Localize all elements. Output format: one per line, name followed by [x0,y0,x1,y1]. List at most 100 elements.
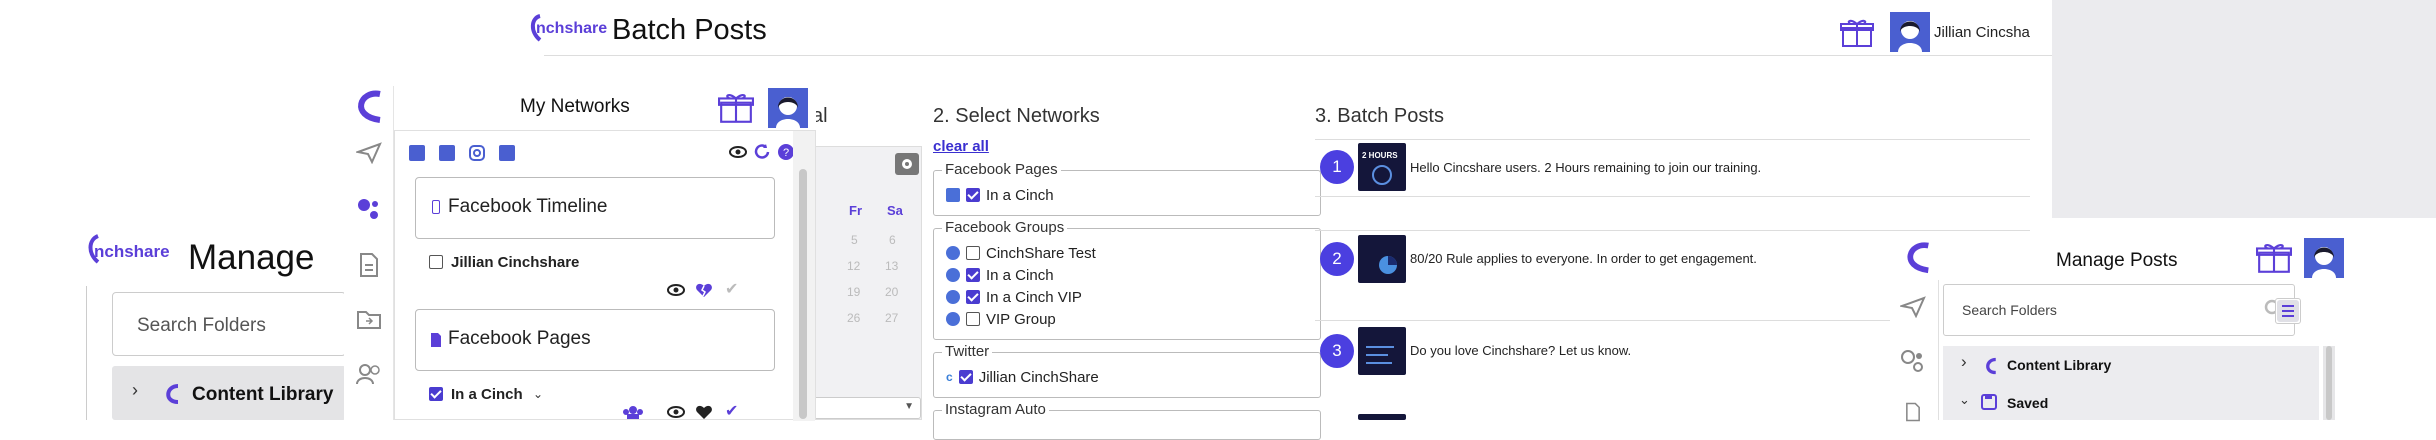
search-placeholder: Search Folders [137,315,266,336]
search-folders-input[interactable]: Search Folders [112,292,346,356]
group-checkbox[interactable] [966,290,980,304]
check-icon[interactable]: ✔ [725,279,738,299]
svg-text:?: ? [783,147,789,159]
gift-icon[interactable] [1840,18,1874,48]
avatar[interactable] [2304,238,2344,278]
logo-text: nchshare [536,20,608,37]
broken-heart-icon[interactable] [695,282,713,298]
folder-row-saved[interactable]: ⌄ Saved [1943,384,2319,420]
group-label: In a Cinch VIP [986,288,1082,306]
fb-pages-card[interactable]: Facebook Pages [415,309,775,371]
search-folders-input[interactable]: Search Folders [1943,284,2295,336]
networks-panel: ? Facebook Timeline Jillian Cinchshare ✔… [394,130,816,421]
calendar-date[interactable]: 13 [885,259,898,273]
eye-icon[interactable] [667,405,685,419]
chevron-down-icon[interactable]: ⌄ [533,387,543,401]
user-name[interactable]: Jillian Cincsha [1934,24,2052,41]
gift-icon[interactable] [2256,242,2292,274]
share-network-icon[interactable] [356,196,382,222]
cinchshare-c-icon [1986,357,1996,375]
avatar[interactable] [768,88,808,128]
calendar-date[interactable]: 26 [847,311,860,325]
calendar-date[interactable]: 6 [889,233,896,247]
calendar-date[interactable]: 20 [885,285,898,299]
cinchshare-logo[interactable]: nchshare [528,12,608,52]
eye-icon[interactable] [667,283,685,297]
backdrop-panel [2052,0,2436,218]
instagram-legend: Instagram Auto [942,401,1049,418]
folder-tree: › Content Library ⌄ Saved [1943,346,2319,420]
search-placeholder: Search Folders [1962,302,2057,318]
post-thumbnail[interactable]: 2 HOURS [1358,143,1406,191]
cinchshare-logo-icon[interactable] [346,86,386,126]
manage-posts-panel: Search Folders › Content Library ⌄ Saved [1938,280,2350,420]
refresh-icon[interactable] [753,143,771,161]
calendar-date[interactable]: 12 [847,259,860,273]
send-icon[interactable] [1900,296,1926,318]
post-divider [1315,230,2030,231]
scrollbar[interactable] [793,131,815,421]
post-text[interactable]: 80/20 Rule applies to everyone. In order… [1410,251,1757,266]
post-divider [1315,196,2030,197]
heart-icon[interactable] [695,404,713,420]
scrollbar-thumb[interactable] [2326,346,2332,420]
calendar-date[interactable]: 19 [847,285,860,299]
users-icon[interactable] [355,362,383,386]
post-text[interactable]: Hello Cincshare users. 2 Hours remaining… [1410,160,1761,175]
avatar[interactable] [1890,12,1930,52]
folder-row-content-library[interactable]: › Content Library [1943,346,2319,382]
clear-all-link[interactable]: clear all [933,138,989,155]
my-networks-window: My Networks ? Facebook Timeline Jillian … [344,86,816,421]
fb-timeline-card[interactable]: Facebook Timeline [415,177,775,239]
twitter-icon[interactable] [439,145,455,161]
calendar-date[interactable]: 5 [851,233,858,247]
account-icon [429,255,443,269]
group-checkbox[interactable] [966,246,980,260]
folder-label: Content Library [192,384,334,405]
fb-page-label: In a Cinch [986,186,1054,204]
folder-label: Saved [2007,395,2049,411]
check-icon[interactable]: ✔ [725,401,738,421]
cinchshare-logo-icon[interactable] [1896,238,1934,276]
facebook-icon[interactable] [409,145,425,161]
group-checkbox[interactable] [966,312,980,326]
eye-icon[interactable] [729,145,747,159]
cinchshare-c-icon [166,384,179,404]
fb-pages-legend: Facebook Pages [942,161,1061,178]
step3-title: 3. Batch Posts [1315,105,1444,127]
document-icon[interactable] [358,252,380,278]
code-lines-icon [1366,346,1394,364]
post-text[interactable]: Do you love Cinchshare? Let us know. [1410,343,1631,358]
calendar-day-fr: Fr [849,203,862,218]
post-thumbnail[interactable] [1358,235,1406,283]
folder-icon[interactable] [356,308,382,330]
post-thumbnail[interactable] [1358,327,1406,375]
post-thumbnail[interactable] [1358,414,1406,420]
post-number-badge: 1 [1320,150,1354,184]
group-checkbox[interactable] [966,268,980,282]
group-icon[interactable] [623,405,643,419]
calendar-day-sa: Sa [887,203,903,218]
scrollbar-thumb[interactable] [799,169,807,419]
send-icon[interactable] [356,142,382,164]
folder-row-content-library[interactable]: › Content Library [112,366,346,420]
header-divider [544,55,2052,56]
group-label: VIP Group [986,310,1056,328]
gift-icon[interactable] [718,92,754,124]
fb-timeline-account: Jillian Cinchshare [451,254,580,271]
calendar-settings-button[interactable] [895,153,919,175]
twitter-checkbox[interactable] [958,370,973,384]
twitter-label: Jillian CinchShare [978,368,1099,386]
document-icon [431,333,441,347]
fb-pages-group: Facebook Pages In a Cinch [933,161,1321,216]
calendar-date[interactable]: 27 [885,311,898,325]
scrollbar[interactable] [2323,346,2335,420]
share-network-icon[interactable] [1900,348,1926,374]
fb-page-checkbox[interactable] [429,387,443,401]
hamburger-menu-icon[interactable] [2277,300,2299,322]
fb-page-checkbox[interactable] [966,188,980,202]
instagram-icon[interactable] [469,145,485,161]
fb-pages-account: In a Cinch [451,386,523,403]
document-icon[interactable] [1902,402,1924,422]
linkedin-icon[interactable] [499,145,515,161]
